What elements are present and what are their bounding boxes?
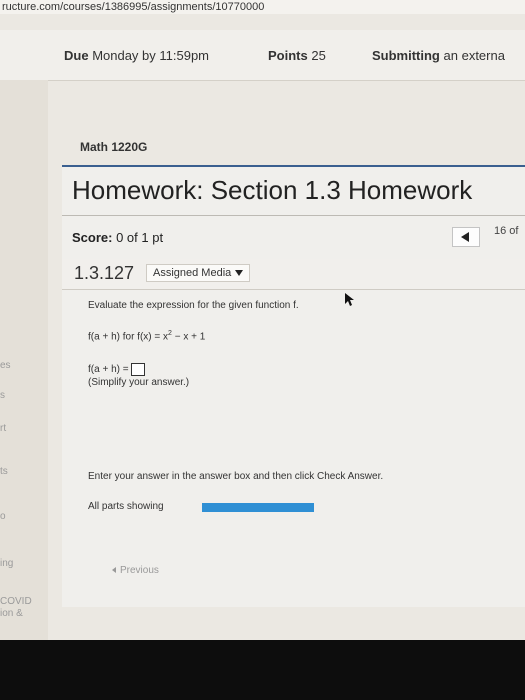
url-bar[interactable]: ructure.com/courses/1386995/assignments/…	[0, 0, 525, 14]
sidebar-item[interactable]: ing	[0, 558, 13, 569]
submitting: Submitting an externa	[372, 48, 505, 63]
question-bar: 1.3.127 Assigned Media	[62, 259, 525, 290]
sidebar-item[interactable]: o	[0, 511, 6, 522]
sidebar-item[interactable]: ts	[0, 466, 8, 477]
monitor-bezel	[0, 640, 525, 700]
score: Score: 0 of 1 pt	[72, 230, 164, 245]
screen: ructure.com/courses/1386995/assignments/…	[0, 0, 525, 640]
divider	[62, 215, 525, 216]
previous-question-button[interactable]	[452, 227, 480, 247]
assigned-media-dropdown[interactable]: Assigned Media	[146, 264, 251, 282]
parts-label: All parts showing	[88, 501, 164, 512]
homework-title: Homework: Section 1.3 Homework	[72, 175, 473, 205]
points: Points 25	[268, 48, 326, 63]
instruction-text: Enter your answer in the answer box and …	[88, 471, 384, 482]
question-count: 16 of	[494, 225, 519, 237]
simplify-hint: (Simplify your answer.)	[88, 377, 190, 388]
due-date: Due Monday by 11:59pm	[64, 48, 210, 63]
sidebar-item[interactable]: COVID	[0, 596, 32, 607]
assignment-details: Due Monday by 11:59pm Points 25 Submitti…	[0, 30, 525, 81]
progress-fill	[202, 503, 314, 512]
question-prompt: Evaluate the expression for the given fu…	[88, 300, 299, 311]
chevron-down-icon	[235, 270, 244, 277]
course-name: Math 1220G	[80, 140, 148, 154]
question-number: 1.3.127	[74, 263, 135, 283]
sidebar-item[interactable]: rt	[0, 423, 6, 434]
url-text: ructure.com/courses/1386995/assignments/…	[2, 1, 265, 13]
question-expression: f(a + h) for f(x) = x2 − x + 1	[88, 330, 206, 343]
course-sidebar: es s rt ts o ing COVID ion &	[0, 80, 48, 640]
chevron-left-icon	[461, 232, 469, 242]
previous-button[interactable]: Previous	[112, 565, 159, 576]
sidebar-item[interactable]: ion &	[0, 608, 23, 619]
homework-panel: Homework: Section 1.3 Homework Score: 0 …	[62, 165, 525, 607]
sidebar-item[interactable]: s	[0, 390, 5, 401]
answer-input-box[interactable]	[130, 363, 145, 376]
sidebar-item[interactable]: es	[0, 360, 11, 371]
chevron-left-icon	[112, 567, 116, 574]
answer-row: f(a + h) =	[88, 363, 145, 376]
mouse-pointer-icon	[345, 293, 354, 306]
parts-progress-bar	[202, 503, 314, 512]
